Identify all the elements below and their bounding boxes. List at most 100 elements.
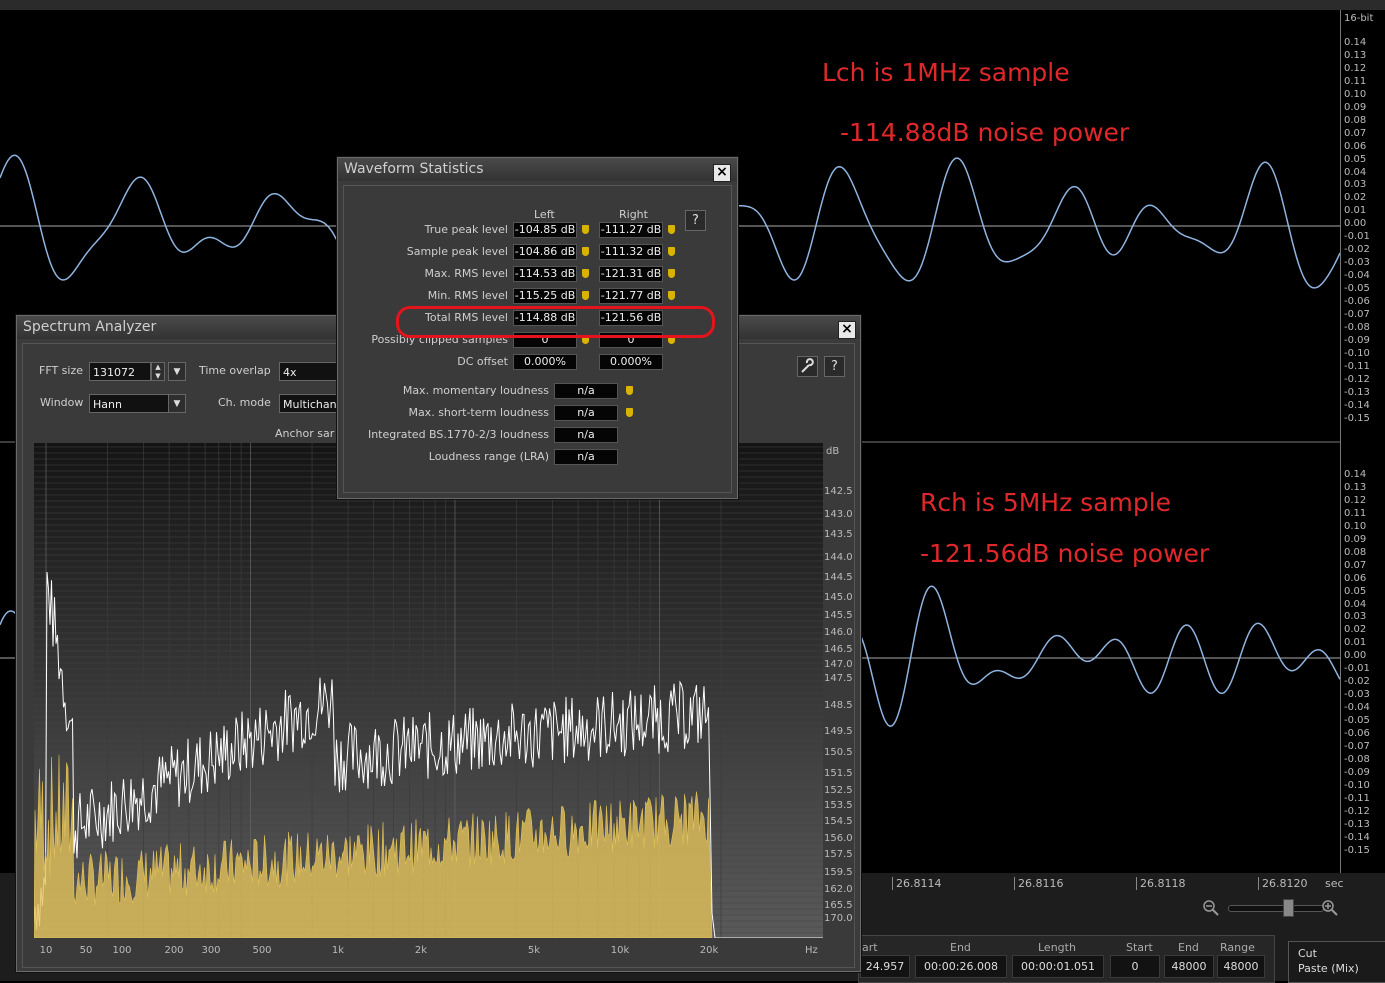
amplitude-tick: 0.14 — [1344, 469, 1367, 480]
settings-wrench-icon[interactable] — [797, 356, 818, 377]
db-tick: 151.5 — [824, 768, 853, 779]
zoom-in-icon[interactable] — [1322, 900, 1338, 916]
window-dropdown[interactable]: ▼ — [168, 394, 186, 413]
amplitude-tick: -0.09 — [1344, 334, 1370, 346]
db-tick: 149.5 — [824, 726, 853, 737]
hz-tick: 20k — [699, 945, 719, 956]
sample-start-header: Start — [1126, 941, 1153, 954]
amplitude-tick: -0.12 — [1344, 805, 1370, 817]
hz-tick: 10 — [39, 945, 53, 956]
amplitude-tick: 0.07 — [1344, 559, 1367, 571]
fft-size-input[interactable]: 131072 — [89, 362, 151, 381]
clip-shield-icon[interactable] — [582, 225, 589, 234]
amplitude-tick: -0.11 — [1344, 360, 1370, 372]
time-overlap-label: Time overlap — [199, 364, 271, 377]
amplitude-tick: 0.05 — [1344, 585, 1367, 597]
menu-item-paste-mix[interactable]: Paste (Mix) — [1298, 962, 1359, 975]
time-overlap-select[interactable]: 4x — [279, 362, 339, 381]
db-tick: 156.0 — [824, 833, 853, 844]
amplitude-tick: 0.10 — [1344, 520, 1367, 532]
clip-shield-icon[interactable] — [668, 291, 675, 300]
spectrum-title: Spectrum Analyzer — [23, 319, 157, 335]
right-column-header: Right — [619, 208, 648, 221]
rch-annotation-title: Rch is 5MHz sample — [920, 488, 1172, 517]
db-tick: 146.5 — [824, 644, 853, 655]
amplitude-tick: -0.10 — [1344, 347, 1370, 359]
window-select[interactable]: Hann — [89, 394, 169, 413]
hz-tick: 300 — [201, 945, 221, 956]
db-tick: 148.5 — [824, 700, 853, 711]
amplitude-tick: 0.00 — [1344, 650, 1367, 662]
stat-label: Max. RMS level — [424, 267, 508, 280]
sample-start-field[interactable]: 0 — [1110, 955, 1160, 978]
stat-left-value: -104.85 dB — [513, 222, 577, 238]
sample-range-field[interactable]: 48000 — [1217, 955, 1265, 978]
amplitude-tick: -0.10 — [1344, 779, 1370, 791]
stat-left-value: -104.86 dB — [513, 244, 577, 260]
amplitude-tick: 0.11 — [1344, 75, 1367, 87]
spectrum-plot[interactable] — [33, 443, 823, 939]
stats-title: Waveform Statistics — [344, 161, 484, 177]
selection-start-field[interactable]: 24.957 — [860, 955, 910, 978]
sample-range-header: Range — [1220, 941, 1255, 954]
fft-size-label: FFT size — [39, 364, 84, 377]
clip-shield-icon[interactable] — [626, 386, 633, 395]
amplitude-tick: 0.12 — [1344, 62, 1367, 74]
hz-tick: 5k — [527, 945, 541, 956]
stat-right-value: -121.77 dB — [599, 288, 663, 304]
amplitude-tick: 0.07 — [1344, 127, 1367, 139]
selection-end-header: End — [950, 941, 971, 954]
sample-end-field[interactable]: 48000 — [1164, 955, 1214, 978]
menu-item-cut[interactable]: Cut — [1298, 947, 1317, 960]
amplitude-tick: -0.13 — [1344, 386, 1370, 398]
clip-shield-icon[interactable] — [668, 269, 675, 278]
db-tick: 150.5 — [824, 747, 853, 758]
amplitude-tick: 0.11 — [1344, 507, 1367, 519]
selection-length-field[interactable]: 00:00:01.051 — [1012, 955, 1104, 978]
ch-mode-select[interactable]: Multichan — [279, 394, 339, 413]
zoom-slider[interactable] — [1228, 905, 1324, 912]
fft-size-spinner[interactable]: ▲ ▼ — [151, 362, 165, 381]
amplitude-tick: -0.01 — [1344, 663, 1370, 675]
zoom-slider-thumb[interactable] — [1283, 899, 1294, 917]
clip-shield-icon[interactable] — [668, 247, 675, 256]
selection-end-field[interactable]: 00:00:26.008 — [915, 955, 1007, 978]
hz-tick: 500 — [252, 945, 272, 956]
total-rms-highlight-oval — [396, 306, 715, 338]
spectrum-close-button[interactable]: × — [838, 321, 856, 339]
time-tick: 26.8114 — [892, 877, 942, 890]
clip-shield-icon[interactable] — [626, 408, 633, 417]
clip-shield-icon[interactable] — [668, 225, 675, 234]
top-strip — [0, 0, 1385, 10]
stats-close-button[interactable]: × — [713, 164, 731, 182]
stat-label: Sample peak level — [406, 245, 508, 258]
amplitude-tick: -0.03 — [1344, 689, 1370, 701]
db-tick: 159.5 — [824, 867, 853, 878]
stats-titlebar[interactable]: Waveform Statistics — [338, 158, 737, 181]
loudness-value: n/a — [554, 427, 618, 443]
amplitude-tick: -0.06 — [1344, 728, 1370, 739]
spectrum-canvas — [33, 443, 823, 939]
amplitude-tick: 0.12 — [1344, 494, 1367, 506]
clip-shield-icon[interactable] — [582, 247, 589, 256]
amplitude-tick: 0.04 — [1344, 166, 1367, 178]
amplitude-tick: -0.11 — [1344, 792, 1370, 804]
amplitude-tick: -0.08 — [1344, 753, 1370, 765]
clip-shield-icon[interactable] — [582, 291, 589, 300]
clip-shield-icon[interactable] — [582, 269, 589, 278]
zoom-out-icon[interactable] — [1203, 900, 1219, 916]
stat-label: Min. RMS level — [427, 289, 508, 302]
fft-size-dropdown[interactable]: ▼ — [168, 362, 186, 381]
loudness-label: Max. short-term loudness — [408, 406, 549, 419]
loudness-value: n/a — [554, 405, 618, 421]
db-tick: 157.5 — [824, 849, 853, 860]
db-tick: 145.0 — [824, 592, 853, 603]
spectrum-help-button[interactable]: ? — [824, 356, 845, 377]
hz-tick: 10k — [610, 945, 630, 956]
stats-help-button[interactable]: ? — [685, 210, 706, 231]
amplitude-tick: 0.03 — [1344, 179, 1367, 191]
amplitude-tick: -0.15 — [1344, 412, 1370, 424]
db-tick: 165.5 — [824, 900, 853, 911]
db-tick: 170.0 — [824, 913, 853, 924]
db-tick: 143.0 — [824, 509, 853, 520]
